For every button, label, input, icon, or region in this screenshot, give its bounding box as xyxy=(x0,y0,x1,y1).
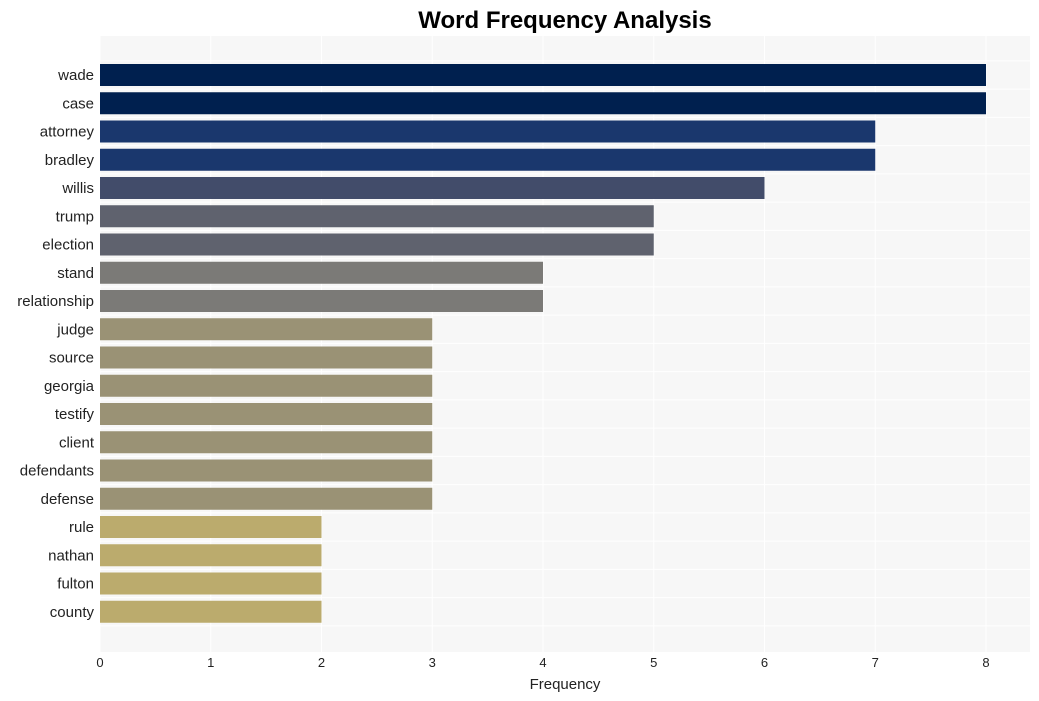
bar-relationship xyxy=(100,290,543,312)
y-tick-label-case: case xyxy=(62,95,94,112)
y-tick-label-willis: willis xyxy=(61,180,94,197)
bar-willis xyxy=(100,177,765,199)
y-tick-label-nathan: nathan xyxy=(48,547,94,564)
x-tick-label-3: 3 xyxy=(429,655,436,670)
bar-judge xyxy=(100,318,433,341)
word-frequency-chart: Word Frequency Analysis wade case attorney… xyxy=(17,7,1030,693)
x-tick-label-7: 7 xyxy=(872,655,879,670)
bar-nathan xyxy=(100,544,322,567)
bar-fulton xyxy=(100,572,322,595)
bar-bradley xyxy=(100,148,876,171)
bar-defense xyxy=(100,487,433,510)
chart-title: Word Frequency Analysis xyxy=(418,7,711,34)
bar-rule xyxy=(100,516,322,538)
y-tick-label-client: client xyxy=(59,434,95,451)
bar-testify xyxy=(100,403,433,425)
y-tick-label-rule: rule xyxy=(69,519,94,536)
bar-case xyxy=(100,92,986,115)
y-tick-label-judge: judge xyxy=(56,321,94,338)
x-tick-label-6: 6 xyxy=(761,655,768,670)
bar-wade xyxy=(100,64,986,86)
x-tick-label-2: 2 xyxy=(318,655,325,670)
y-tick-label-bradley: bradley xyxy=(45,152,95,169)
y-tick-label-fulton: fulton xyxy=(57,576,94,593)
x-tick-labels: 0 1 2 3 4 5 6 7 8 xyxy=(96,655,989,670)
y-tick-label-relationship: relationship xyxy=(17,293,94,310)
x-tick-label-4: 4 xyxy=(539,655,546,670)
y-tick-label-source: source xyxy=(49,350,94,367)
y-tick-labels: wade case attorney bradley willis trump electi… xyxy=(17,67,95,621)
y-tick-label-trump: trump xyxy=(56,208,94,225)
bar-source xyxy=(100,346,433,369)
y-tick-label-county: county xyxy=(50,604,95,621)
x-axis-label: Frequency xyxy=(530,676,601,693)
y-tick-label-stand: stand xyxy=(57,265,94,282)
y-tick-label-wade: wade xyxy=(57,67,94,84)
bar-defendants xyxy=(100,459,433,482)
y-tick-label-attorney: attorney xyxy=(40,124,95,141)
y-tick-label-defendants: defendants xyxy=(20,463,94,480)
x-tick-label-0: 0 xyxy=(96,655,103,670)
x-tick-label-1: 1 xyxy=(207,655,214,670)
bar-stand xyxy=(100,261,543,284)
bar-election xyxy=(100,233,654,256)
bar-county xyxy=(100,600,322,623)
y-tick-label-election: election xyxy=(42,237,94,254)
bar-attorney xyxy=(100,120,876,143)
y-tick-label-defense: defense xyxy=(41,491,94,508)
y-tick-label-georgia: georgia xyxy=(44,378,95,395)
bar-georgia xyxy=(100,374,433,397)
bar-client xyxy=(100,431,433,454)
y-tick-label-testify: testify xyxy=(55,406,95,423)
x-tick-label-8: 8 xyxy=(982,655,989,670)
x-tick-label-5: 5 xyxy=(650,655,657,670)
bar-trump xyxy=(100,205,654,228)
